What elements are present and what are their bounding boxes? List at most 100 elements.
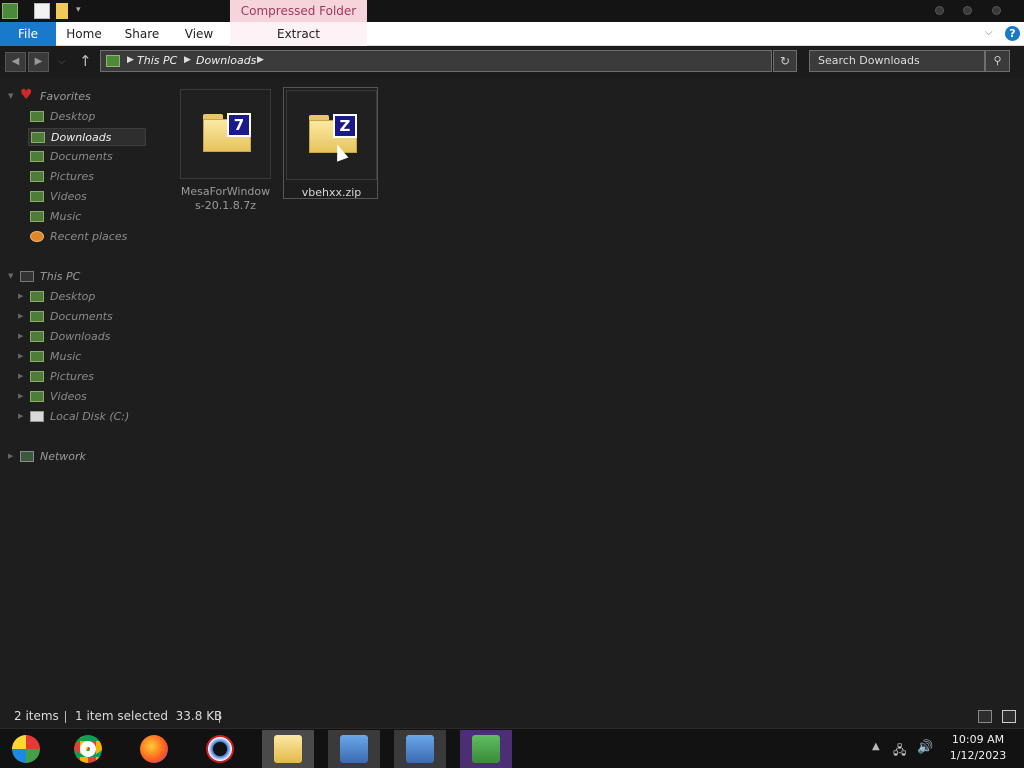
- title-bar: ▾ Compressed Folder Tools: [0, 0, 1024, 40]
- maximize-button[interactable]: [963, 6, 972, 15]
- this-pc-icon: [106, 55, 120, 67]
- expand-icon[interactable]: ▶: [18, 352, 23, 360]
- tab-file[interactable]: File: [0, 22, 56, 46]
- expand-icon[interactable]: ▶: [18, 292, 23, 300]
- expand-icon[interactable]: ▶: [18, 412, 23, 420]
- network-tray-icon[interactable]: 🖧: [893, 741, 906, 762]
- this-pc-heading[interactable]: This PC: [40, 268, 80, 286]
- help-icon[interactable]: ?: [1005, 26, 1020, 41]
- downloads-folder-icon: [31, 132, 45, 143]
- status-divider: [65, 711, 66, 723]
- breadcrumb-downloads[interactable]: Downloads: [196, 54, 256, 67]
- sidebar-item-pc-pictures[interactable]: Pictures: [28, 368, 146, 386]
- sidebar-item-videos[interactable]: Videos: [28, 188, 146, 206]
- firefox-icon: [140, 735, 168, 763]
- favorites-heading[interactable]: Favorites: [40, 88, 91, 106]
- breadcrumb-this-pc[interactable]: This PC: [137, 54, 177, 67]
- sidebar-item-pc-videos[interactable]: Videos: [28, 388, 146, 406]
- downloads-folder-icon: [30, 331, 44, 342]
- expand-icon[interactable]: ▶: [18, 312, 23, 320]
- expand-ribbon-icon[interactable]: ⌵: [985, 27, 997, 39]
- tab-home[interactable]: Home: [62, 22, 106, 46]
- expand-icon[interactable]: ▶: [18, 392, 23, 400]
- address-arrow-icon[interactable]: ▶: [257, 55, 264, 65]
- back-button[interactable]: ◀: [5, 52, 26, 72]
- expand-icon[interactable]: ▶: [18, 372, 23, 380]
- taskbar-network-setup-2[interactable]: [394, 730, 446, 768]
- status-bar: 2 items 1 item selected 33.8 KB: [0, 707, 1024, 727]
- refresh-button[interactable]: ↻: [773, 50, 797, 72]
- sidebar-item-pc-desktop[interactable]: Desktop: [28, 288, 146, 306]
- tab-view[interactable]: View: [178, 22, 220, 46]
- sidebar-item-desktop[interactable]: Desktop: [28, 108, 146, 126]
- file-item-vbehxx[interactable]: Z vbehxx.zip: [283, 87, 378, 199]
- recent-places-icon: [30, 231, 44, 242]
- computer-icon: [20, 271, 34, 282]
- item-count: 2 items: [14, 709, 59, 723]
- address-arrow-icon[interactable]: ▶: [184, 55, 191, 65]
- sidebar-item-pc-downloads[interactable]: Downloads: [28, 328, 146, 346]
- sidebar-item-documents[interactable]: Documents: [28, 148, 146, 166]
- volume-icon[interactable]: 🔊: [917, 740, 933, 755]
- expand-this-pc-icon[interactable]: ▼: [8, 272, 13, 280]
- taskbar: ▲ 🖧 🔊 10:09 AM 1/12/2023: [0, 728, 1024, 768]
- expand-favorites-icon[interactable]: ▼: [8, 92, 13, 100]
- file-item-mesa[interactable]: 7 MesaForWindows-20.1.8.7z: [178, 87, 273, 212]
- taskbar-users[interactable]: [460, 730, 512, 768]
- pictures-folder-icon: [30, 371, 44, 382]
- file-thumbnail: 7: [180, 89, 271, 179]
- sidebar-item-pictures[interactable]: Pictures: [28, 168, 146, 186]
- selection-info: 1 item selected 33.8 KB: [75, 709, 223, 723]
- sidebar-item-downloads[interactable]: Downloads: [28, 128, 146, 146]
- navigation-pane: ▼ ♥ Favorites Desktop Downloads Document…: [0, 84, 170, 704]
- favorites-heart-icon: ♥: [20, 87, 33, 103]
- file-thumbnail: Z: [286, 90, 377, 180]
- taskbar-chrome[interactable]: [62, 730, 114, 768]
- search-icon[interactable]: ⚲: [985, 50, 1010, 72]
- search-input[interactable]: Search Downloads: [809, 50, 985, 72]
- network-heading[interactable]: Network: [40, 448, 86, 466]
- close-button[interactable]: [992, 6, 1001, 15]
- expand-icon[interactable]: ▶: [18, 332, 23, 340]
- sidebar-item-local-disk[interactable]: Local Disk (C:): [28, 408, 146, 426]
- tab-compressed-folder-tools[interactable]: Compressed Folder Tools: [230, 0, 367, 40]
- taskbar-opera[interactable]: [194, 730, 246, 768]
- new-folder-icon[interactable]: [56, 3, 68, 19]
- file-list: 7 MesaForWindows-20.1.8.7z Z vbehxx.zip: [172, 84, 1024, 704]
- address-arrow-icon[interactable]: ▶: [127, 55, 134, 65]
- large-icons-view-icon[interactable]: [1002, 710, 1016, 723]
- drive-icon: [30, 411, 44, 422]
- zip-badge-icon: Z: [333, 114, 357, 138]
- clock-date: 1/12/2023: [949, 749, 1007, 762]
- sidebar-item-pc-music[interactable]: Music: [28, 348, 146, 366]
- show-hidden-icons[interactable]: ▲: [872, 741, 880, 752]
- properties-icon[interactable]: [34, 3, 50, 19]
- recent-locations-icon[interactable]: ⌵: [58, 56, 66, 67]
- minimize-button[interactable]: [935, 6, 944, 15]
- clock[interactable]: 10:09 AM 1/12/2023: [944, 732, 1012, 764]
- start-orb-icon: [12, 735, 40, 763]
- explorer-app-icon[interactable]: [2, 3, 18, 19]
- sidebar-item-recent-places[interactable]: Recent places: [28, 228, 146, 246]
- tab-share[interactable]: Share: [118, 22, 166, 46]
- sidebar-item-pc-documents[interactable]: Documents: [28, 308, 146, 326]
- up-arrow-icon[interactable]: ↑: [79, 52, 92, 70]
- address-bar[interactable]: ▶ This PC ▶ Downloads ▶: [100, 50, 772, 72]
- tab-extract[interactable]: Extract: [230, 22, 367, 46]
- pictures-folder-icon: [30, 171, 44, 182]
- 7zip-badge-icon: 7: [227, 113, 251, 137]
- chrome-icon: [74, 735, 102, 763]
- expand-network-icon[interactable]: ▶: [8, 452, 13, 460]
- taskbar-firefox[interactable]: [128, 730, 180, 768]
- videos-folder-icon: [30, 191, 44, 202]
- start-button[interactable]: [0, 730, 52, 768]
- details-view-icon[interactable]: [978, 710, 992, 723]
- forward-button[interactable]: ▶: [28, 52, 49, 72]
- file-name: vbehxx.zip: [301, 186, 362, 199]
- clock-time: 10:09 AM: [951, 733, 1005, 746]
- qa-customize-icon[interactable]: ▾: [76, 5, 81, 15]
- taskbar-network-setup[interactable]: [328, 730, 380, 768]
- documents-folder-icon: [30, 151, 44, 162]
- taskbar-file-explorer[interactable]: [262, 730, 314, 768]
- sidebar-item-music[interactable]: Music: [28, 208, 146, 226]
